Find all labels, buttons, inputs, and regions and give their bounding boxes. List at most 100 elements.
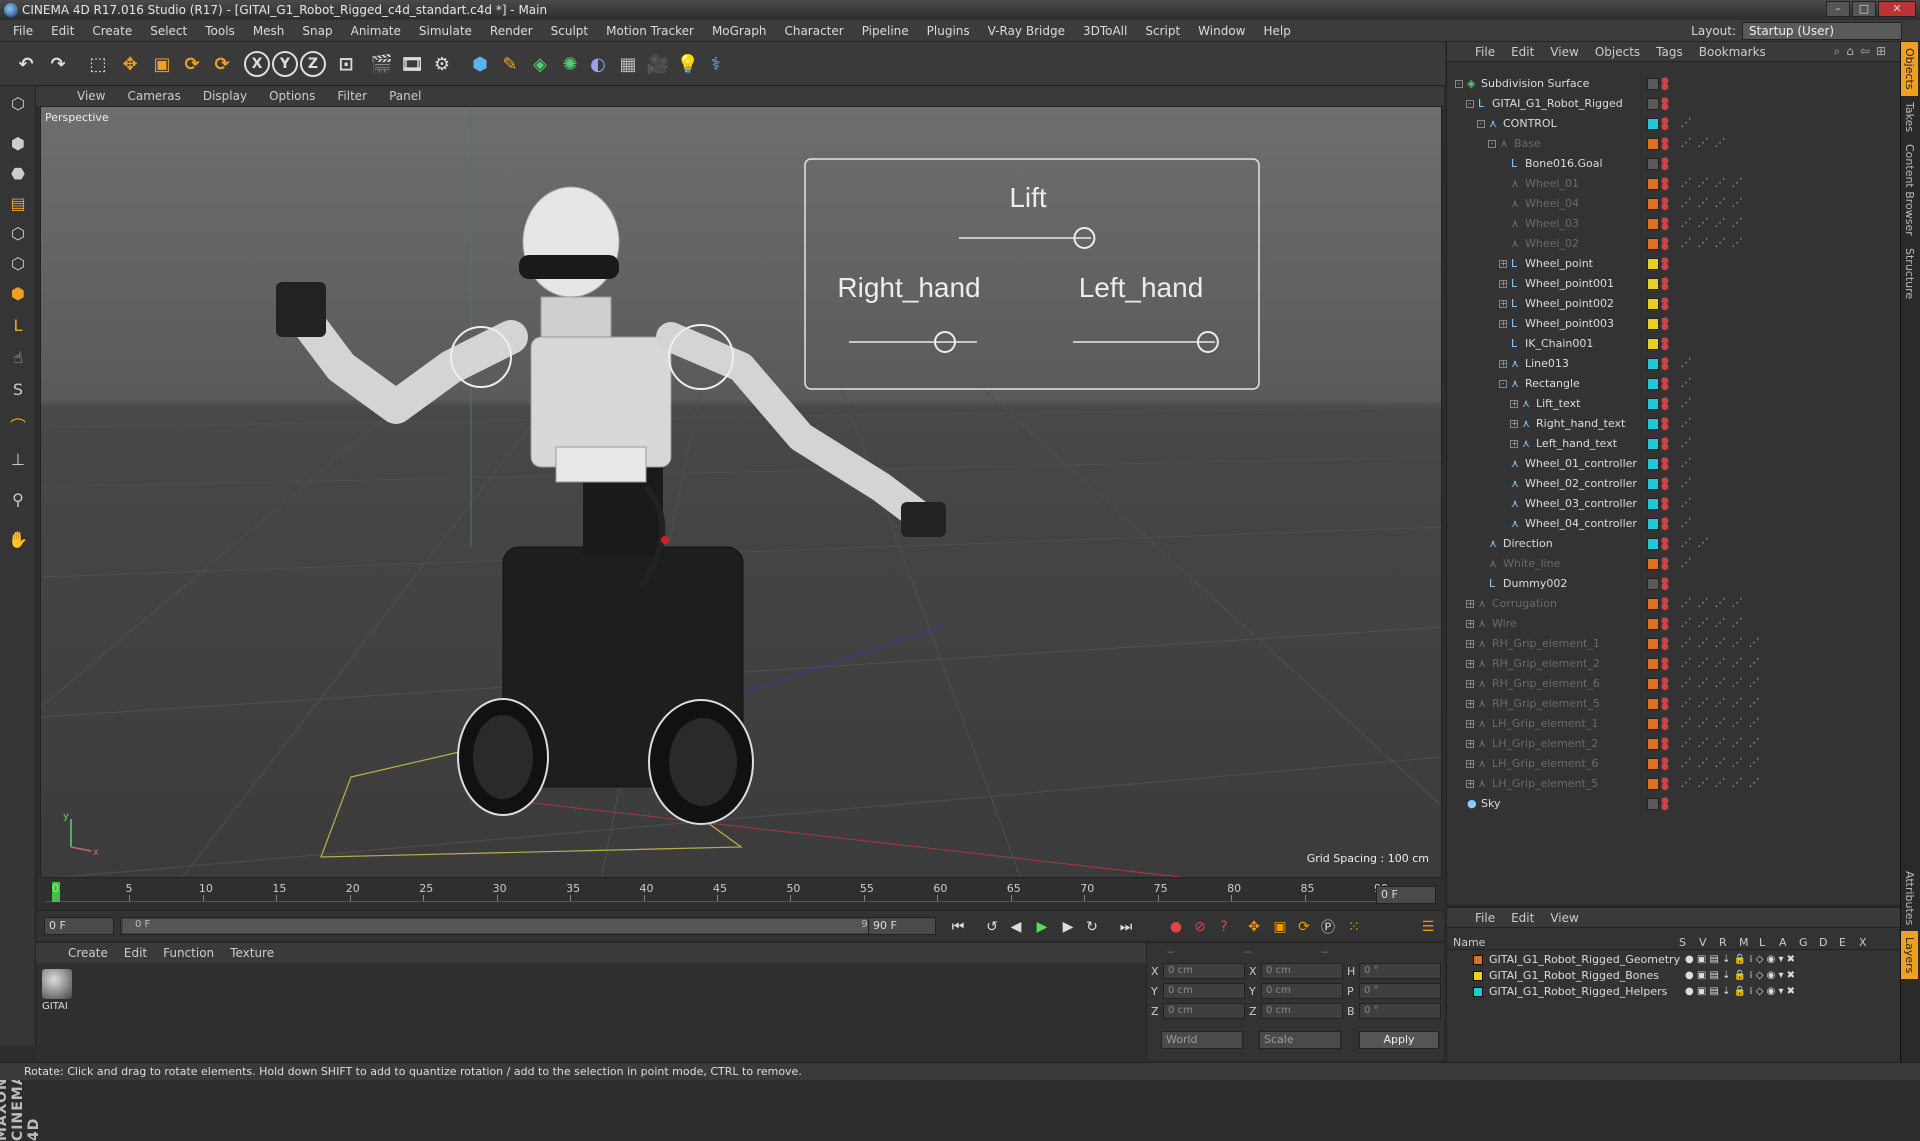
layer-color-swatch[interactable]	[1647, 378, 1659, 390]
object-row-lh-grip-element-6[interactable]: + ⋏ LH_Grip_element_6 ● ● ⋰ ⋰ ⋰ ⋰ ⋰	[1447, 754, 1901, 774]
maximize-button[interactable]: □	[1852, 1, 1876, 17]
tag-icon[interactable]: ⋰	[1679, 176, 1693, 190]
tag-icon[interactable]: ⋰	[1696, 656, 1710, 670]
layer-color-swatch[interactable]	[1647, 138, 1659, 150]
menu-animate[interactable]: Animate	[342, 24, 410, 38]
object-row-bone016-goal[interactable]: L Bone016.Goal ● ●	[1447, 154, 1901, 174]
viewport-menu-options[interactable]: Options	[258, 89, 326, 103]
tag-icon[interactable]: ⋰	[1679, 616, 1693, 630]
layer-color-swatch[interactable]	[1647, 78, 1659, 90]
tag-icon[interactable]: ⋰	[1696, 636, 1710, 650]
layer-color-swatch[interactable]	[1647, 458, 1659, 470]
home-icon[interactable]: ⌂	[1846, 44, 1860, 58]
object-row-wheel-04[interactable]: ⋏ Wheel_04 ● ● ⋰ ⋰ ⋰ ⋰	[1447, 194, 1901, 214]
object-row-wheel-01[interactable]: ⋏ Wheel_01 ● ● ⋰ ⋰ ⋰ ⋰	[1447, 174, 1901, 194]
scale-mode-select[interactable]: Scale	[1259, 1031, 1341, 1049]
tag-icon[interactable]: ⋰	[1730, 716, 1744, 730]
pen-spline-icon[interactable]: ✎	[494, 48, 526, 80]
size-field[interactable]: 0 cm	[1261, 963, 1343, 979]
layer-menu-edit[interactable]: Edit	[1503, 911, 1542, 925]
tag-icon[interactable]: ⋰	[1747, 756, 1761, 770]
scale-key-icon[interactable]: ▣	[1268, 916, 1292, 938]
layer-column-v[interactable]: V	[1699, 936, 1707, 949]
timeline-ruler[interactable]: 051015202530354045505560657075808590	[46, 882, 1406, 902]
tag-icon[interactable]: ⋰	[1679, 416, 1693, 430]
floor-icon[interactable]: ▦	[612, 48, 644, 80]
object-row-lh-grip-element-1[interactable]: + ⋏ LH_Grip_element_1 ● ● ⋰ ⋰ ⋰ ⋰ ⋰	[1447, 714, 1901, 734]
layer-column-r[interactable]: R	[1719, 936, 1727, 949]
expand-icon[interactable]: +	[1466, 680, 1474, 688]
object-row-line013[interactable]: + ⋏ Line013 ● ● ⋰	[1447, 354, 1901, 374]
visibility-dots-icon[interactable]: ● ●	[1661, 497, 1669, 512]
tag-icon[interactable]: ⋰	[1730, 696, 1744, 710]
object-row-wheel-01-controller[interactable]: ⋏ Wheel_01_controller ● ● ⋰	[1447, 454, 1901, 474]
layer-color-swatch[interactable]	[1647, 658, 1659, 670]
object-row-wheel-02[interactable]: ⋏ Wheel_02 ● ● ⋰ ⋰ ⋰ ⋰	[1447, 234, 1901, 254]
expand-icon[interactable]: +	[1466, 640, 1474, 648]
object-row-left-hand-text[interactable]: + ⋏ Left_hand_text ● ● ⋰	[1447, 434, 1901, 454]
visibility-dots-icon[interactable]: ● ●	[1661, 397, 1669, 412]
position-field[interactable]: 0 cm	[1163, 983, 1245, 999]
material-menu-create[interactable]: Create	[60, 946, 116, 960]
layer-color-swatch[interactable]	[1647, 578, 1659, 590]
tag-icon[interactable]: ⋰	[1696, 196, 1710, 210]
tag-icon[interactable]: ⋰	[1679, 756, 1693, 770]
tag-icon[interactable]: ⋰	[1679, 596, 1693, 610]
tag-icon[interactable]: ⋰	[1696, 776, 1710, 790]
visibility-dots-icon[interactable]: ● ●	[1661, 297, 1669, 312]
live-selection-icon[interactable]: ⬚	[82, 48, 114, 80]
tag-icon[interactable]: ⋰	[1679, 736, 1693, 750]
object-row-wheel-03[interactable]: ⋏ Wheel_03 ● ● ⋰ ⋰ ⋰ ⋰	[1447, 214, 1901, 234]
layer-menu-view[interactable]: View	[1542, 911, 1586, 925]
layer-flag-icons[interactable]: ● ▣ ▤ ⇣ 🔒 ⁞ ◇ ◉ ▾ ✖	[1685, 952, 1795, 968]
tag-icon[interactable]: ⋰	[1713, 676, 1727, 690]
menu-edit[interactable]: Edit	[42, 24, 83, 38]
close-button[interactable]: ✕	[1878, 1, 1916, 17]
tag-icon[interactable]: ⋰	[1679, 456, 1693, 470]
menu-snap[interactable]: Snap	[293, 24, 341, 38]
coordinate-system-icon[interactable]: ⊡	[330, 48, 362, 80]
polygons-mode-icon[interactable]: ⬢	[3, 278, 33, 308]
layer-color-swatch[interactable]	[1473, 987, 1483, 997]
collapse-icon[interactable]: -	[1488, 140, 1496, 148]
expand-icon[interactable]: +	[1466, 600, 1474, 608]
edges-mode-icon[interactable]: ⬡	[3, 248, 33, 278]
visibility-dots-icon[interactable]: ● ●	[1661, 677, 1669, 692]
material-menu-edit[interactable]: Edit	[116, 946, 155, 960]
object-row-wire[interactable]: + ⋏ Wire ● ● ⋰ ⋰ ⋰ ⋰	[1447, 614, 1901, 634]
tag-icon[interactable]: ⋰	[1713, 136, 1727, 150]
object-row-subdivision-surface[interactable]: - ◈ Subdivision Surface ● ●	[1447, 74, 1901, 94]
layer-color-swatch[interactable]	[1647, 758, 1659, 770]
side-tab-content-browser[interactable]: Content Browser	[1901, 138, 1918, 242]
tag-icon[interactable]: ⋰	[1679, 556, 1693, 570]
render-picture-viewer-icon[interactable]: 🎞	[396, 48, 428, 80]
tag-icon[interactable]: ⋰	[1696, 596, 1710, 610]
keyframe-selection-icon[interactable]: ?	[1212, 916, 1236, 938]
object-row-wheel-point002[interactable]: + L Wheel_point002 ● ●	[1447, 294, 1901, 314]
scale-icon[interactable]: ▣	[146, 48, 178, 80]
expand-icon[interactable]: +	[1466, 760, 1474, 768]
tag-icon[interactable]: ⋰	[1679, 196, 1693, 210]
tag-icon[interactable]: ⋰	[1713, 716, 1727, 730]
tag-icon[interactable]: ⋰	[1730, 616, 1744, 630]
tag-icon[interactable]: ⋰	[1679, 536, 1693, 550]
layer-column-e[interactable]: E	[1839, 936, 1846, 949]
point-level-key-icon[interactable]: ⁙	[1342, 916, 1366, 938]
tag-icon[interactable]: ⋰	[1730, 656, 1744, 670]
visibility-dots-icon[interactable]: ● ●	[1661, 177, 1669, 192]
tag-icon[interactable]: ⋰	[1679, 396, 1693, 410]
tag-icon[interactable]: ⋰	[1679, 356, 1693, 370]
layer-color-swatch[interactable]	[1647, 638, 1659, 650]
layer-color-swatch[interactable]	[1647, 318, 1659, 330]
visibility-dots-icon[interactable]: ● ●	[1661, 237, 1669, 252]
visibility-dots-icon[interactable]: ● ●	[1661, 797, 1669, 812]
collapse-icon[interactable]: -	[1455, 80, 1463, 88]
tag-icon[interactable]: ⋰	[1679, 116, 1693, 130]
layer-column-l[interactable]: L	[1759, 936, 1765, 949]
tag-icon[interactable]: ⋰	[1730, 216, 1744, 230]
viewport-menu-panel[interactable]: Panel	[378, 89, 432, 103]
frame-range-slider[interactable]: 0 F 90 F	[120, 917, 900, 935]
new-panel-icon[interactable]: ⊞	[1876, 44, 1892, 58]
object-row-lh-grip-element-5[interactable]: + ⋏ LH_Grip_element_5 ● ● ⋰ ⋰ ⋰ ⋰ ⋰	[1447, 774, 1901, 794]
visibility-dots-icon[interactable]: ● ●	[1661, 77, 1669, 92]
